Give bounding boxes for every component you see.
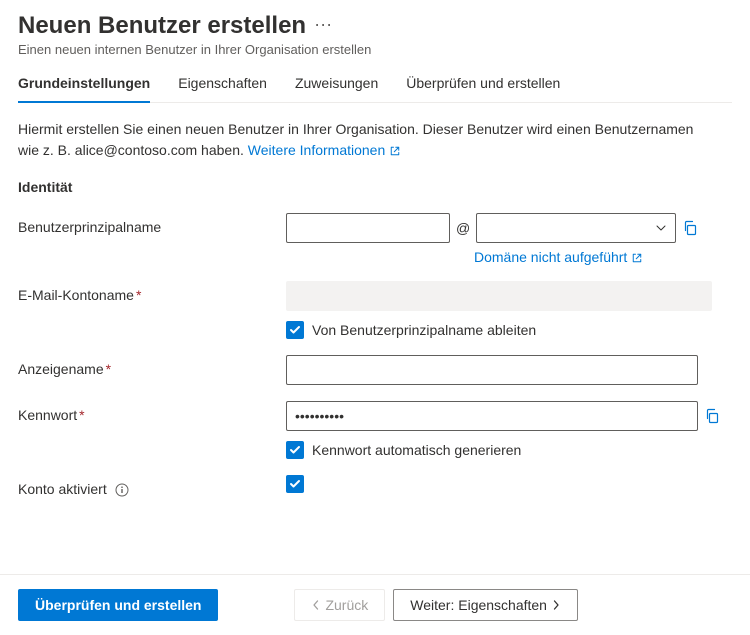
info-icon[interactable] <box>115 483 129 497</box>
display-name-label: Anzeigename* <box>18 355 286 377</box>
review-create-button[interactable]: Überprüfen und erstellen <box>18 589 218 621</box>
password-label: Kennwort* <box>18 401 286 423</box>
derive-from-upn-checkbox[interactable] <box>286 321 304 339</box>
tab-assignments[interactable]: Zuweisungen <box>295 75 378 103</box>
upn-copy-button[interactable] <box>682 220 698 236</box>
identity-section-title: Identität <box>18 179 732 195</box>
copy-icon <box>682 220 698 236</box>
footer-bar: Überprüfen und erstellen Zurück Weiter: … <box>0 574 750 635</box>
autogen-password-label: Kennwort automatisch generieren <box>312 442 521 458</box>
back-button: Zurück <box>294 589 385 621</box>
upn-label: Benutzerprinzipalname <box>18 213 286 235</box>
mail-nickname-label: E-Mail-Kontoname* <box>18 281 286 303</box>
chevron-left-icon <box>311 600 321 610</box>
learn-more-link[interactable]: Weitere Informationen <box>248 142 401 158</box>
page-subtitle: Einen neuen internen Benutzer in Ihrer O… <box>18 42 732 57</box>
account-enabled-label: Konto aktiviert <box>18 475 286 497</box>
copy-icon <box>704 408 720 424</box>
tab-properties[interactable]: Eigenschaften <box>178 75 267 103</box>
upn-at-symbol: @ <box>456 220 470 236</box>
derive-from-upn-label: Von Benutzerprinzipalname ableiten <box>312 322 536 338</box>
upn-localpart-input[interactable] <box>286 213 450 243</box>
display-name-input[interactable] <box>286 355 698 385</box>
checkmark-icon <box>289 444 301 456</box>
upn-domain-select[interactable] <box>476 213 676 243</box>
tab-basics[interactable]: Grundeinstellungen <box>18 75 150 103</box>
checkmark-icon <box>289 324 301 336</box>
external-link-icon <box>631 252 643 264</box>
tab-bar: Grundeinstellungen Eigenschaften Zuweisu… <box>18 75 732 103</box>
autogen-password-checkbox[interactable] <box>286 441 304 459</box>
more-actions-button[interactable]: ··· <box>314 14 332 39</box>
chevron-right-icon <box>551 600 561 610</box>
intro-text: Hiermit erstellen Sie einen neuen Benutz… <box>18 119 718 161</box>
next-button[interactable]: Weiter: Eigenschaften <box>393 589 578 621</box>
chevron-down-icon <box>655 222 667 234</box>
password-input[interactable] <box>286 401 698 431</box>
checkmark-icon <box>289 478 301 490</box>
password-copy-button[interactable] <box>704 408 720 424</box>
external-link-icon <box>389 145 401 157</box>
account-enabled-checkbox[interactable] <box>286 475 304 493</box>
domain-not-listed-link[interactable]: Domäne nicht aufgeführt <box>474 249 643 265</box>
tab-review[interactable]: Überprüfen und erstellen <box>406 75 560 103</box>
mail-nickname-input <box>286 281 712 311</box>
page-title: Neuen Benutzer erstellen <box>18 12 306 40</box>
